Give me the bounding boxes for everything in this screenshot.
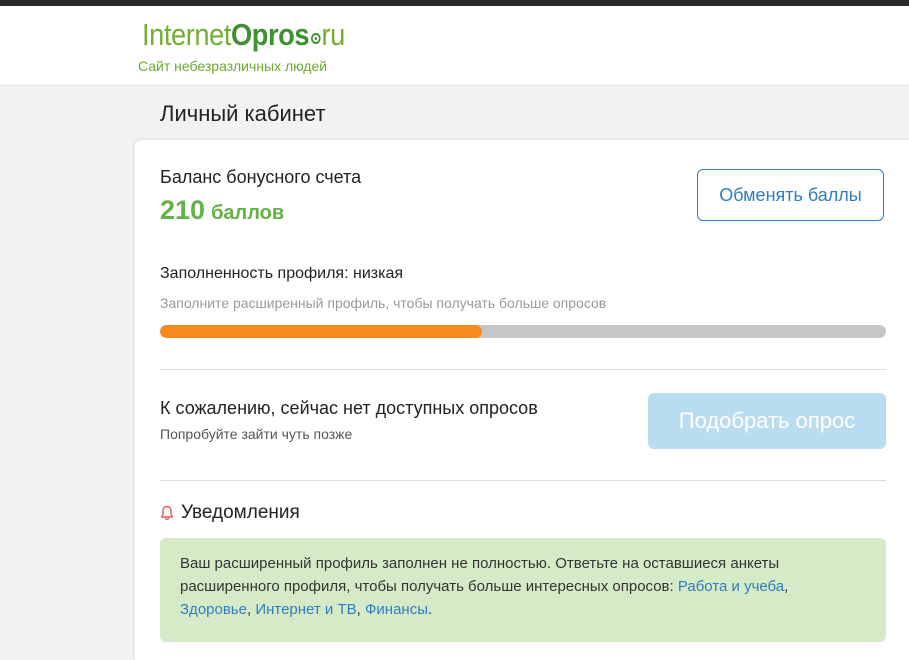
profile-fill-label: Заполненность профиля: низкая [160, 265, 403, 282]
notifications-title: Уведомления [181, 502, 300, 523]
no-surveys-title: К сожалению, сейчас нет доступных опросо… [160, 398, 538, 418]
profile-fill-hint: Заполните расширенный профиль, чтобы пол… [160, 295, 607, 311]
link-finance[interactable]: Финансы [365, 601, 428, 618]
logo-dot-icon [310, 33, 321, 44]
link-health[interactable]: Здоровье [180, 601, 247, 618]
balance-amount: 210 [160, 195, 206, 225]
link-work-study[interactable]: Работа и учеба [678, 578, 784, 595]
account-card: Баланс бонусного счета 210 баллов Обменят… [135, 140, 909, 660]
no-surveys-hint: Попробуйте зайти чуть позже [160, 426, 353, 442]
site-logo[interactable]: InternetOpros ru [142, 18, 345, 52]
profile-progress-bar [160, 325, 886, 338]
profile-progress-fill [160, 325, 482, 338]
profile-incomplete-notice: Ваш расширенный профиль заполнен не полн… [160, 538, 886, 642]
site-header: InternetOpros ru Сайт небезразличных люде… [0, 6, 909, 86]
balance-unit: баллов [211, 202, 285, 224]
site-tagline: Сайт небезразличных людей [138, 58, 328, 74]
page-title: Личный кабинет [160, 101, 326, 126]
divider [160, 369, 886, 370]
notifications-heading: Уведомления [160, 502, 300, 524]
balance-value: 210 баллов [160, 195, 284, 226]
exchange-points-button[interactable]: Обменять баллы [697, 169, 884, 221]
link-internet-tv[interactable]: Интернет и ТВ [255, 601, 356, 618]
bell-icon [160, 505, 174, 521]
balance-label: Баланс бонусного счета [160, 167, 362, 187]
divider [160, 480, 886, 481]
pick-survey-button[interactable]: Подобрать опрос [648, 393, 886, 449]
